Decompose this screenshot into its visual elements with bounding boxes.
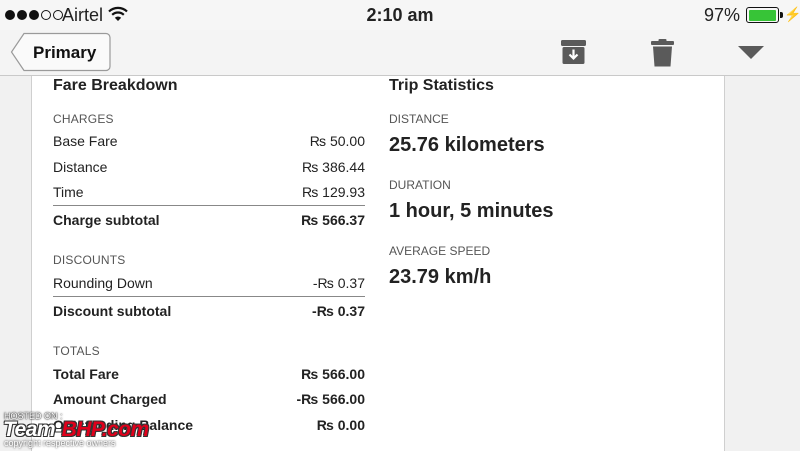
carrier-name: Airtel <box>62 5 104 25</box>
trip-duration-value: 1 hour, 5 minutes <box>389 200 554 222</box>
receipt-card: Fare Breakdown CHARGES Base Fare ₨ 50.00… <box>31 76 725 451</box>
status-bar: Airtel 2:10 am 97% ⚡ <box>0 0 800 30</box>
wifi-icon <box>108 6 128 27</box>
back-button[interactable]: Primary <box>10 32 111 72</box>
discount-subtotal-value: -₨ 0.37 <box>312 303 365 319</box>
discounts-divider <box>53 296 365 297</box>
amount-charged-row: Amount Charged -₨ 566.00 <box>53 391 365 407</box>
battery-fill <box>748 9 776 21</box>
charges-divider <box>53 205 365 206</box>
time-charge-value: ₨ 129.93 <box>301 184 365 200</box>
total-fare-row: Total Fare ₨ 566.00 <box>53 366 365 382</box>
discount-subtotal-row: Discount subtotal -₨ 0.37 <box>53 303 365 319</box>
archive-icon[interactable] <box>560 39 587 70</box>
rounding-value: -₨ 0.37 <box>312 275 365 291</box>
battery-percent: 97% <box>704 5 741 25</box>
back-button-label: Primary <box>33 43 97 62</box>
nav-bar: Primary <box>0 30 800 76</box>
trip-statistics-title: Trip Statistics <box>389 77 494 94</box>
amount-charged-label: Amount Charged <box>53 391 167 407</box>
fare-breakdown-title: Fare Breakdown <box>53 77 178 94</box>
totals-heading: TOTALS <box>53 344 100 358</box>
outstanding-balance-value: ₨ 0.00 <box>316 417 365 433</box>
amount-charged-value: -₨ 566.00 <box>296 391 365 407</box>
base-fare-label: Base Fare <box>53 133 118 149</box>
average-speed-value: 23.79 km/h <box>389 266 492 288</box>
time-charge-label: Time <box>53 184 84 200</box>
signal-strength-icon <box>5 10 63 20</box>
average-speed-label: AVERAGE SPEED <box>389 244 491 258</box>
battery-icon <box>746 7 783 23</box>
distance-charge-label: Distance <box>53 159 108 175</box>
trip-distance-label: DISTANCE <box>389 112 449 126</box>
charging-bolt-icon: ⚡ <box>784 6 800 22</box>
rounding-row: Rounding Down -₨ 0.37 <box>53 275 365 291</box>
rounding-label: Rounding Down <box>53 275 153 291</box>
watermark-copyright: copyright respective owners <box>4 438 116 448</box>
charge-subtotal-row: Charge subtotal ₨ 566.37 <box>53 212 365 228</box>
base-fare-row: Base Fare ₨ 50.00 <box>53 133 365 149</box>
more-dropdown-icon[interactable] <box>738 46 764 65</box>
base-fare-value: ₨ 50.00 <box>309 133 365 149</box>
trip-duration-label: DURATION <box>389 178 451 192</box>
distance-charge-row: Distance ₨ 386.44 <box>53 159 365 175</box>
total-fare-label: Total Fare <box>53 366 119 382</box>
time-charge-row: Time ₨ 129.93 <box>53 184 365 200</box>
trash-icon[interactable] <box>651 39 674 72</box>
discount-subtotal-label: Discount subtotal <box>53 303 172 319</box>
distance-charge-value: ₨ 386.44 <box>301 159 365 175</box>
charge-subtotal-value: ₨ 566.37 <box>301 212 365 228</box>
total-fare-value: ₨ 566.00 <box>301 366 365 382</box>
charge-subtotal-label: Charge subtotal <box>53 212 160 228</box>
discounts-heading: DISCOUNTS <box>53 253 126 267</box>
charges-heading: CHARGES <box>53 112 114 126</box>
trip-distance-value: 25.76 kilometers <box>389 134 545 156</box>
